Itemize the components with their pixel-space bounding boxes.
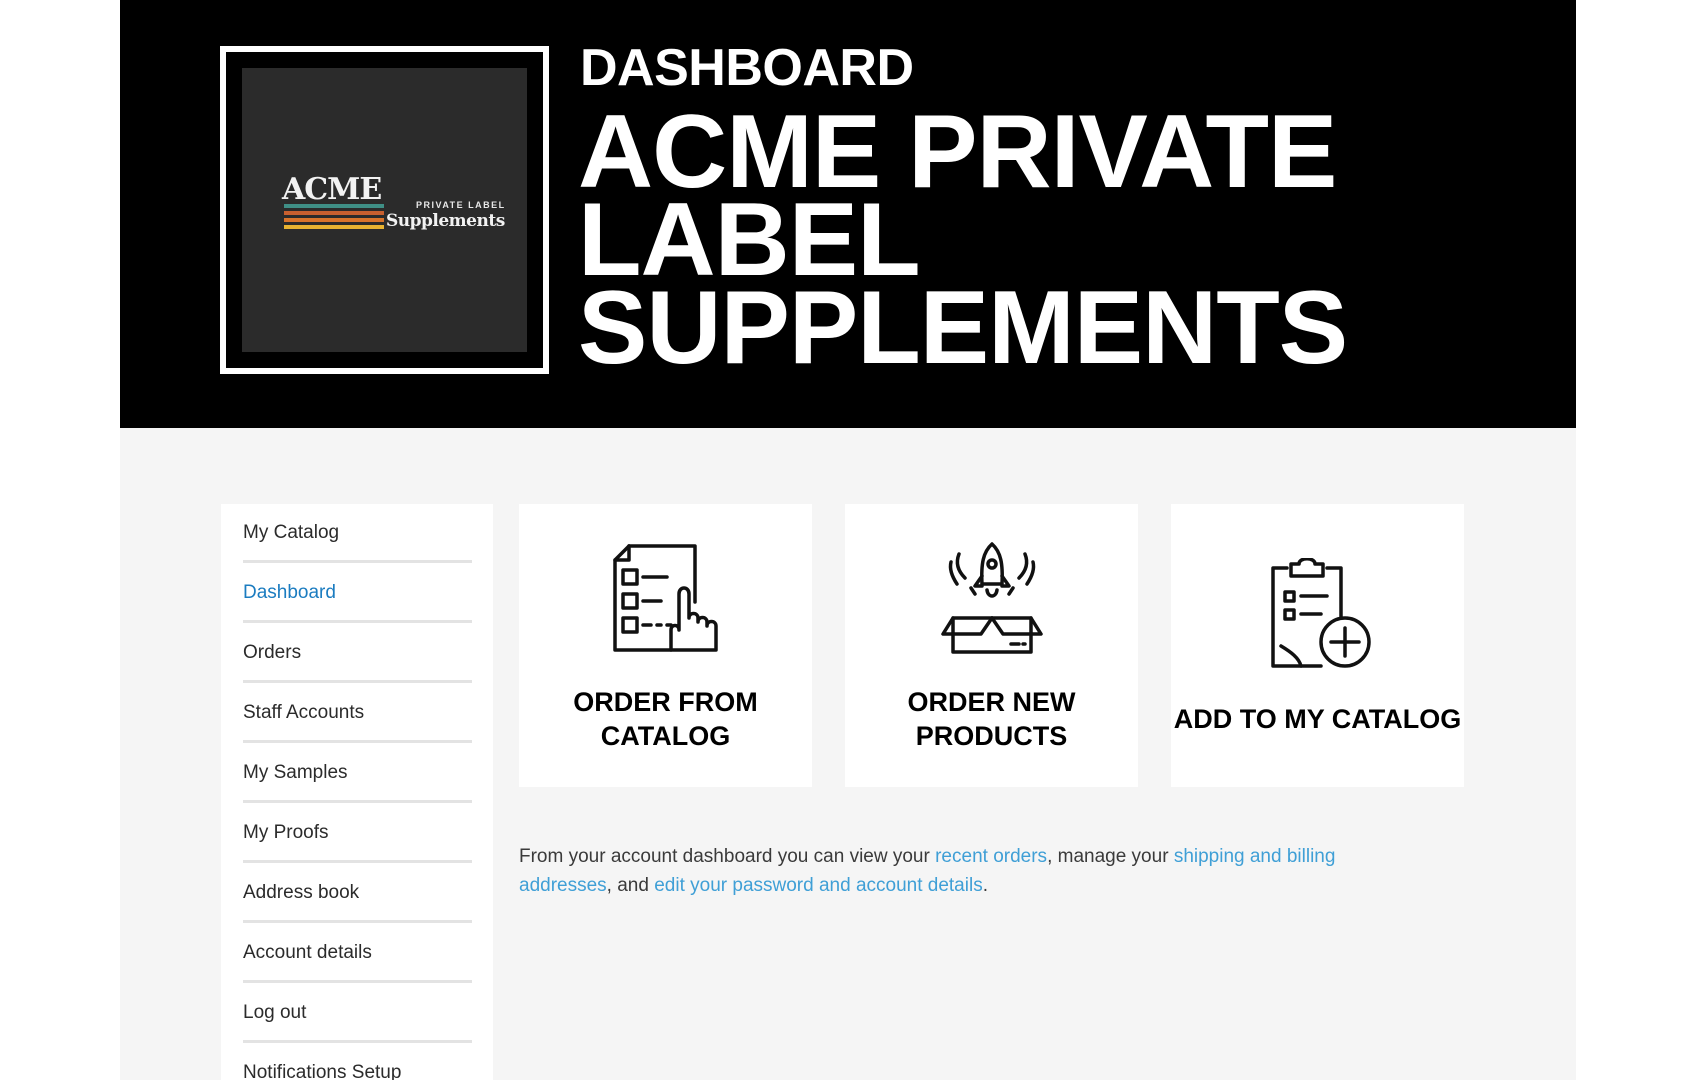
add-to-my-catalog-card[interactable]: ADD TO MY CATALOG	[1171, 504, 1464, 787]
logo-brand-text: ACME	[282, 172, 382, 207]
intro-text: .	[982, 875, 988, 896]
page: ACME PRIVATE LABEL Supplements DASHBOARD…	[120, 0, 1576, 1080]
logo-product-text: Supplements	[386, 211, 505, 231]
sidebar-item-label: Account details	[243, 942, 372, 963]
order-new-products-card[interactable]: ORDER NEW PRODUCTS	[845, 504, 1138, 787]
recent-orders-link[interactable]: recent orders	[935, 846, 1047, 867]
sidebar-item-orders[interactable]: Orders	[243, 624, 472, 683]
sidebar-item-label: My Proofs	[243, 822, 329, 843]
sidebar-item-my-catalog[interactable]: My Catalog	[243, 504, 472, 563]
intro-text: , and	[606, 875, 655, 896]
sidebar-item-label: My Samples	[243, 762, 348, 783]
sidebar-item-account-details[interactable]: Account details	[243, 924, 472, 983]
clipboard-plus-icon	[1271, 558, 1371, 668]
intro-text: , manage your	[1047, 846, 1174, 867]
sidebar-item-label: Log out	[243, 1002, 307, 1023]
sidebar-item-dashboard[interactable]: Dashboard	[243, 564, 472, 623]
sidebar-item-address-book[interactable]: Address book	[243, 864, 472, 923]
logo-badge: ACME PRIVATE LABEL Supplements	[242, 68, 527, 352]
account-details-link[interactable]: edit your password and account details	[654, 875, 982, 896]
sidebar-item-label: Notifications Setup	[243, 1062, 402, 1080]
rocket-box-icon	[941, 542, 1043, 654]
logo-stripe	[284, 225, 384, 229]
account-navigation: My Catalog Dashboard Orders Staff Accoun…	[221, 504, 493, 1080]
sidebar-item-my-proofs[interactable]: My Proofs	[243, 804, 472, 863]
intro-text: From your account dashboard you can view…	[519, 846, 936, 867]
sidebar-item-my-samples[interactable]: My Samples	[243, 744, 472, 803]
checklist-pointer-icon	[613, 544, 718, 652]
sidebar-item-label: Address book	[243, 882, 360, 903]
sidebar-item-label: Orders	[243, 642, 302, 663]
dashboard-intro-text: From your account dashboard you can view…	[519, 842, 1389, 900]
sidebar-item-notifications-setup[interactable]: Notifications Setup	[243, 1044, 472, 1080]
page-subtitle: DASHBOARD	[580, 39, 914, 97]
logo-stripe	[284, 204, 384, 208]
brand-logo[interactable]: ACME PRIVATE LABEL Supplements	[220, 46, 549, 374]
sidebar-item-log-out[interactable]: Log out	[243, 984, 472, 1043]
sidebar-item-staff-accounts[interactable]: Staff Accounts	[243, 684, 472, 743]
card-title: ADD TO MY CATALOG	[1173, 704, 1462, 734]
card-title: PRODUCTS	[915, 721, 1068, 751]
sidebar-item-label: Dashboard	[243, 582, 336, 603]
card-title: CATALOG	[600, 721, 731, 751]
sidebar-item-label: Staff Accounts	[243, 702, 365, 723]
page-title: ACME PRIVATE LABEL SUPPLEMENTS	[578, 94, 1348, 386]
header-banner: ACME PRIVATE LABEL Supplements DASHBOARD…	[120, 0, 1576, 428]
order-from-catalog-card[interactable]: ORDER FROM CATALOG	[519, 504, 812, 787]
logo-stripe	[284, 218, 384, 222]
card-title: ORDER FROM	[573, 687, 758, 717]
card-title: ORDER NEW	[907, 687, 1076, 717]
logo-tagline: PRIVATE LABEL	[416, 200, 506, 210]
logo-stripe	[284, 211, 384, 215]
sidebar-item-label: My Catalog	[243, 522, 340, 543]
